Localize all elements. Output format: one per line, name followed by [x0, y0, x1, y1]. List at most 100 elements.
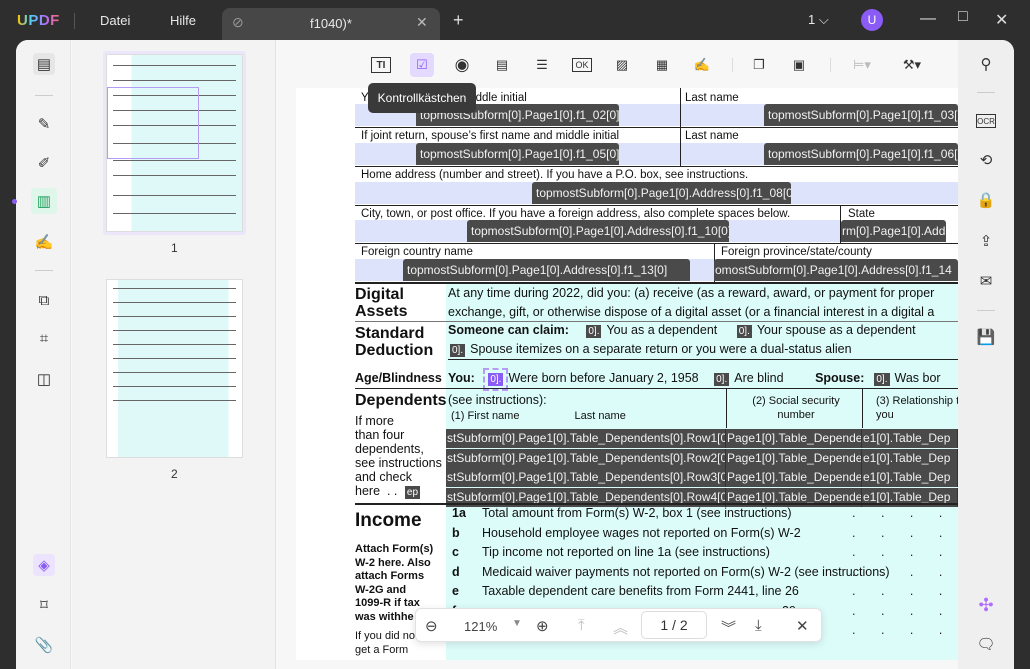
highlighter-icon[interactable]: ✎: [33, 113, 55, 135]
text: At any time during 2022, did you: (a) re…: [448, 286, 935, 300]
field-tag[interactable]: omostSubform[0].Page1[0].Address[0].f1_1…: [714, 259, 958, 281]
prepare-form-icon[interactable]: ▥: [31, 188, 57, 214]
dependent-field[interactable]: stSubform[0].Page1[0].Table_Dependents[0…: [446, 448, 726, 468]
email-icon[interactable]: ✉: [975, 270, 997, 292]
text: (see instructions):: [448, 393, 547, 407]
reader-icon[interactable]: ▤: [33, 53, 55, 75]
dependent-field[interactable]: e1[0].Table_Dep: [862, 468, 958, 487]
organize-pages-icon[interactable]: ⧉: [33, 289, 55, 311]
text: If more: [355, 414, 394, 428]
text: than four: [355, 428, 405, 442]
minimize-icon[interactable]: —: [920, 10, 936, 28]
save-icon[interactable]: 💾: [975, 326, 997, 348]
radio-button-icon[interactable]: ◉: [450, 53, 474, 77]
signature-icon[interactable]: ✍: [690, 53, 714, 77]
field-tag[interactable]: topmostSubform[0].Page1[0].Address[0].f1…: [532, 182, 791, 204]
field-tag[interactable]: topmostSubform[0].Page1[0].f1_06[0]: [764, 143, 958, 165]
dependent-field[interactable]: Page1[0].Table_Dependent: [726, 468, 862, 487]
version-dropdown[interactable]: 1 ⌵: [808, 12, 829, 28]
crop-icon[interactable]: ⌗: [33, 327, 55, 349]
maximize-icon[interactable]: □: [958, 8, 968, 26]
divider: [355, 503, 958, 505]
fill-sign-icon[interactable]: ✍: [33, 231, 55, 253]
thumbnail-viewport: [107, 87, 199, 159]
selected-checkbox[interactable]: 0].: [483, 368, 509, 391]
date-icon[interactable]: ▦: [650, 53, 674, 77]
field-tag[interactable]: topmostSubform[0].Page1[0].Address[0].f1…: [403, 259, 690, 281]
dependent-field[interactable]: Page1[0].Table_Dependent: [726, 429, 862, 448]
checkbox[interactable]: ep: [404, 486, 421, 499]
checkbox[interactable]: 0].: [586, 325, 602, 338]
field-tag[interactable]: topmostSubform[0].Page1[0].Address[0].f1…: [467, 220, 729, 242]
new-tab-icon[interactable]: +: [453, 10, 464, 31]
share-icon[interactable]: ⇪: [975, 230, 997, 252]
close-zoombar-icon[interactable]: ✕: [796, 617, 809, 635]
divider: [35, 95, 53, 96]
search-icon[interactable]: ⚲: [975, 53, 997, 75]
last-page-icon[interactable]: ⤓: [755, 617, 762, 634]
checkbox[interactable]: 0].: [874, 373, 890, 386]
duplicate-icon[interactable]: ❐: [747, 53, 771, 77]
checkbox-icon[interactable]: ☑: [410, 53, 434, 77]
field-tag[interactable]: topmostSubform[0].Page1[0].f1_03[0]: [764, 104, 958, 126]
compare-icon[interactable]: ◫: [33, 368, 55, 390]
next-page-icon[interactable]: ︾: [721, 617, 736, 638]
avatar[interactable]: U: [861, 9, 883, 31]
zoom-dropdown-icon[interactable]: ▼: [512, 618, 522, 629]
column-header: Last name: [574, 410, 626, 422]
dependent-field[interactable]: Page1[0].Table_Dependent: [726, 448, 862, 468]
zoom-in-icon[interactable]: ⊕: [536, 617, 549, 635]
previous-page-icon[interactable]: ︽: [613, 617, 628, 638]
line-text: Medicaid waiver payments not reported on…: [482, 564, 890, 579]
button-icon[interactable]: OK: [572, 58, 592, 72]
ocr-icon[interactable]: OCR: [976, 114, 996, 128]
dropdown-icon[interactable]: ▤: [490, 53, 514, 77]
page-input[interactable]: 1 / 2: [641, 611, 707, 639]
text-field-icon[interactable]: TI: [371, 57, 391, 73]
label: Are blind: [734, 371, 784, 385]
thumbnail-page-2[interactable]: [106, 279, 243, 458]
convert-icon[interactable]: ⟲: [975, 149, 997, 171]
dependent-field[interactable]: e1[0].Table_Dep: [862, 448, 958, 468]
edit-pdf-icon[interactable]: ✐: [33, 152, 55, 174]
income-line: e Taxable dependent care benefits from Fo…: [452, 584, 958, 598]
leader-dots: . . . . . . . . .: [852, 623, 958, 637]
layers-icon[interactable]: ◈: [33, 554, 55, 576]
menu-datei[interactable]: Datei: [100, 13, 130, 28]
comment-icon[interactable]: 🗨: [975, 633, 997, 655]
zoom-out-icon[interactable]: ⊖: [425, 617, 438, 635]
divider: [355, 127, 958, 128]
first-page-icon[interactable]: ⤒: [578, 617, 585, 634]
image-icon[interactable]: ▨: [610, 53, 634, 77]
ai-assistant-icon[interactable]: ✣: [975, 594, 997, 616]
income-line: d Medicaid waiver payments not reported o…: [452, 565, 958, 579]
menu-hilfe[interactable]: Hilfe: [170, 13, 196, 28]
grid-icon[interactable]: ▣: [787, 53, 811, 77]
dependent-field[interactable]: stSubform[0].Page1[0].Table_Dependents[0…: [446, 468, 726, 487]
label: Were born before January 2, 1958: [508, 371, 699, 385]
section-title: Digital: [355, 286, 404, 303]
align-icon[interactable]: ⊨▾: [850, 53, 874, 77]
line-text: Total amount from Form(s) W-2, box 1 (se…: [482, 506, 792, 520]
state-field-tag[interactable]: rm[0].Page1[0].Addr: [841, 220, 946, 242]
checkbox[interactable]: 0].: [736, 325, 752, 338]
dependent-field[interactable]: stSubform[0].Page1[0].Table_Dependents[0…: [446, 429, 726, 448]
close-window-icon[interactable]: ✕: [995, 10, 1008, 30]
thumbnail-page-1[interactable]: [106, 54, 243, 232]
tools-icon[interactable]: ⚒▾: [900, 53, 924, 77]
list-box-icon[interactable]: ☰: [530, 53, 554, 77]
version-label: 1: [808, 12, 816, 27]
checkbox[interactable]: 0].: [450, 344, 466, 357]
zoom-level[interactable]: 121%: [464, 619, 497, 634]
bookmark-icon[interactable]: ⌑: [33, 594, 55, 616]
close-tab-icon[interactable]: ✕: [416, 14, 428, 31]
attachment-icon[interactable]: 📎: [33, 634, 55, 656]
checkbox[interactable]: 0].: [714, 373, 730, 386]
document-tab[interactable]: ⊘ f1040)* ✕: [222, 8, 440, 40]
dependent-field[interactable]: e1[0].Table_Dep: [862, 429, 958, 448]
line-number: b: [452, 525, 460, 540]
text: and check: [355, 470, 412, 484]
field-tag[interactable]: topmostSubform[0].Page1[0].f1_05[0]: [416, 143, 619, 165]
section-title: Assets: [355, 303, 408, 320]
protect-icon[interactable]: 🔒: [975, 189, 997, 211]
